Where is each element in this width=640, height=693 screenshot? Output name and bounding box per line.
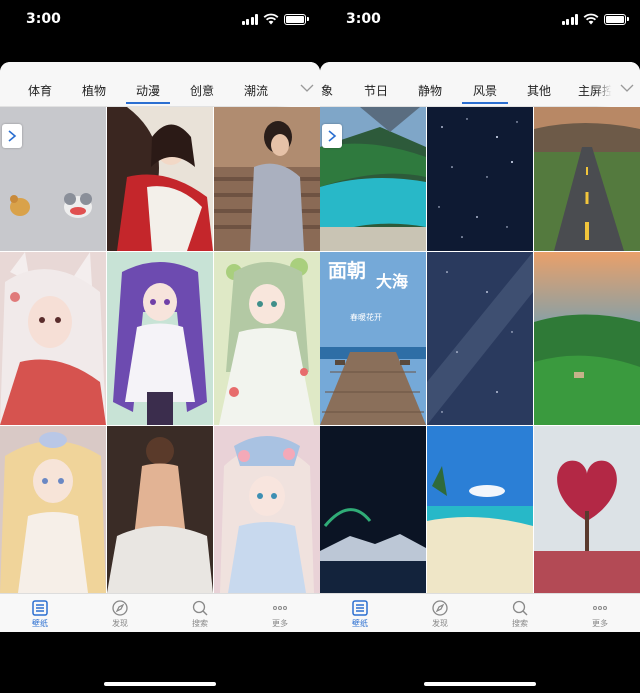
wallpaper-thumb-green-flower-girl[interactable]	[214, 252, 320, 425]
wallpaper-thumb-aurora-lake[interactable]	[320, 426, 426, 593]
chevron-right-icon	[328, 130, 337, 142]
wallpaper-thumb-white-fox-girl[interactable]	[0, 252, 106, 425]
wallpaper-thumb-starry-sky[interactable]	[427, 107, 533, 251]
home-indicator	[424, 682, 536, 686]
bottom-nav: 壁纸 发现 搜索 更多	[320, 593, 640, 632]
search-icon	[192, 600, 208, 616]
tab-festival[interactable]: 节日	[358, 62, 394, 107]
nav-more-label: 更多	[272, 619, 288, 628]
status-time: 3:00	[26, 11, 61, 27]
tab-still-life[interactable]: 静物	[412, 62, 448, 107]
status-bar: 3:00	[0, 0, 320, 40]
nav-more[interactable]: 更多	[240, 594, 320, 632]
wallpaper-app: 体育 植物 动漫 创意 潮流 壁纸 发现 搜索 更多	[0, 62, 320, 632]
nav-more[interactable]: 更多	[560, 594, 640, 632]
tab-trend[interactable]: 潮流	[238, 62, 274, 107]
nav-wallpaper[interactable]: 壁纸	[320, 594, 400, 632]
wallpaper-grid	[0, 107, 320, 593]
wallpaper-grid: 面朝 大海 春暖花开	[320, 107, 640, 593]
category-tabs: 体育 植物 动漫 创意 潮流	[0, 62, 320, 107]
wallpaper-thumb-milky-way[interactable]	[427, 252, 533, 425]
nav-discover[interactable]: 发现	[400, 594, 480, 632]
more-icon	[593, 606, 607, 610]
battery-icon	[284, 13, 309, 25]
status-time: 3:00	[346, 11, 381, 27]
poster-title-line2: 大海	[376, 272, 409, 291]
search-icon	[512, 600, 528, 616]
status-icons	[561, 13, 629, 25]
status-icons	[241, 13, 309, 25]
nav-search[interactable]: 搜索	[160, 594, 240, 632]
wallpaper-icon	[32, 600, 48, 616]
compass-icon	[112, 600, 128, 616]
wallpaper-thumb-girl-back[interactable]	[107, 426, 213, 593]
nav-wallpaper-label: 壁纸	[352, 619, 368, 628]
nav-search-label: 搜索	[192, 619, 208, 628]
nav-wallpaper-label: 壁纸	[32, 619, 48, 628]
wallpaper-thumb-blue-bonnet-girl[interactable]	[214, 426, 320, 593]
nav-discover-label: 发现	[112, 619, 128, 628]
chevron-down-icon[interactable]	[300, 84, 314, 92]
compass-icon	[432, 600, 448, 616]
tab-other[interactable]: 其他	[521, 62, 557, 107]
wallpaper-thumb-golden-curls-girl[interactable]	[0, 426, 106, 593]
side-expand-button[interactable]	[322, 124, 342, 148]
signal-icon	[241, 13, 258, 25]
wallpaper-icon	[352, 600, 368, 616]
wallpaper-thumb-pier-poster[interactable]: 面朝 大海 春暖花开	[320, 252, 426, 425]
tab-sports[interactable]: 体育	[22, 62, 58, 107]
more-icon	[273, 606, 287, 610]
wallpaper-thumb-girl-stairs[interactable]	[214, 107, 320, 251]
nav-discover[interactable]: 发现	[80, 594, 160, 632]
side-expand-button[interactable]	[2, 124, 22, 148]
signal-icon	[561, 13, 578, 25]
chevron-right-icon	[8, 130, 17, 142]
nav-more-label: 更多	[592, 619, 608, 628]
wallpaper-app: 象 节日 静物 风景 其他 主屏控 面朝 大海	[320, 62, 640, 632]
wifi-icon	[263, 13, 279, 25]
nav-discover-label: 发现	[432, 619, 448, 628]
tab-scenery[interactable]: 风景	[462, 62, 508, 107]
tab-partial[interactable]: 象	[320, 62, 334, 107]
battery-icon	[604, 13, 629, 25]
nav-search[interactable]: 搜索	[480, 594, 560, 632]
bottom-nav: 壁纸 发现 搜索 更多	[0, 593, 320, 632]
status-bar: 3:00	[320, 0, 640, 40]
wallpaper-thumb-road[interactable]	[534, 107, 640, 251]
wifi-icon	[583, 13, 599, 25]
nav-search-label: 搜索	[512, 619, 528, 628]
left-phone-screen: 3:00 体育 植物 动漫 创意 潮流 壁纸 发现 搜索 更多	[0, 0, 320, 693]
wallpaper-thumb-green-hills[interactable]	[534, 252, 640, 425]
poster-title-line1: 面朝	[328, 260, 367, 282]
tab-plants[interactable]: 植物	[76, 62, 112, 107]
home-indicator	[104, 682, 216, 686]
wallpaper-thumb-red-hanfu[interactable]	[107, 107, 213, 251]
category-tabs: 象 节日 静物 风景 其他 主屏控	[320, 62, 640, 107]
poster-subtitle: 春暖花开	[350, 313, 382, 322]
chevron-down-icon[interactable]	[620, 84, 634, 92]
tab-anime[interactable]: 动漫	[126, 62, 170, 107]
right-phone-screen: 3:00 象 节日 静物 风景 其他 主屏控	[320, 0, 640, 693]
wallpaper-thumb-heart-tree[interactable]	[534, 426, 640, 593]
wallpaper-thumb-tropical-beach[interactable]	[427, 426, 533, 593]
nav-wallpaper[interactable]: 壁纸	[0, 594, 80, 632]
tab-creative[interactable]: 创意	[184, 62, 220, 107]
wallpaper-thumb-purple-hair-girl[interactable]	[107, 252, 213, 425]
